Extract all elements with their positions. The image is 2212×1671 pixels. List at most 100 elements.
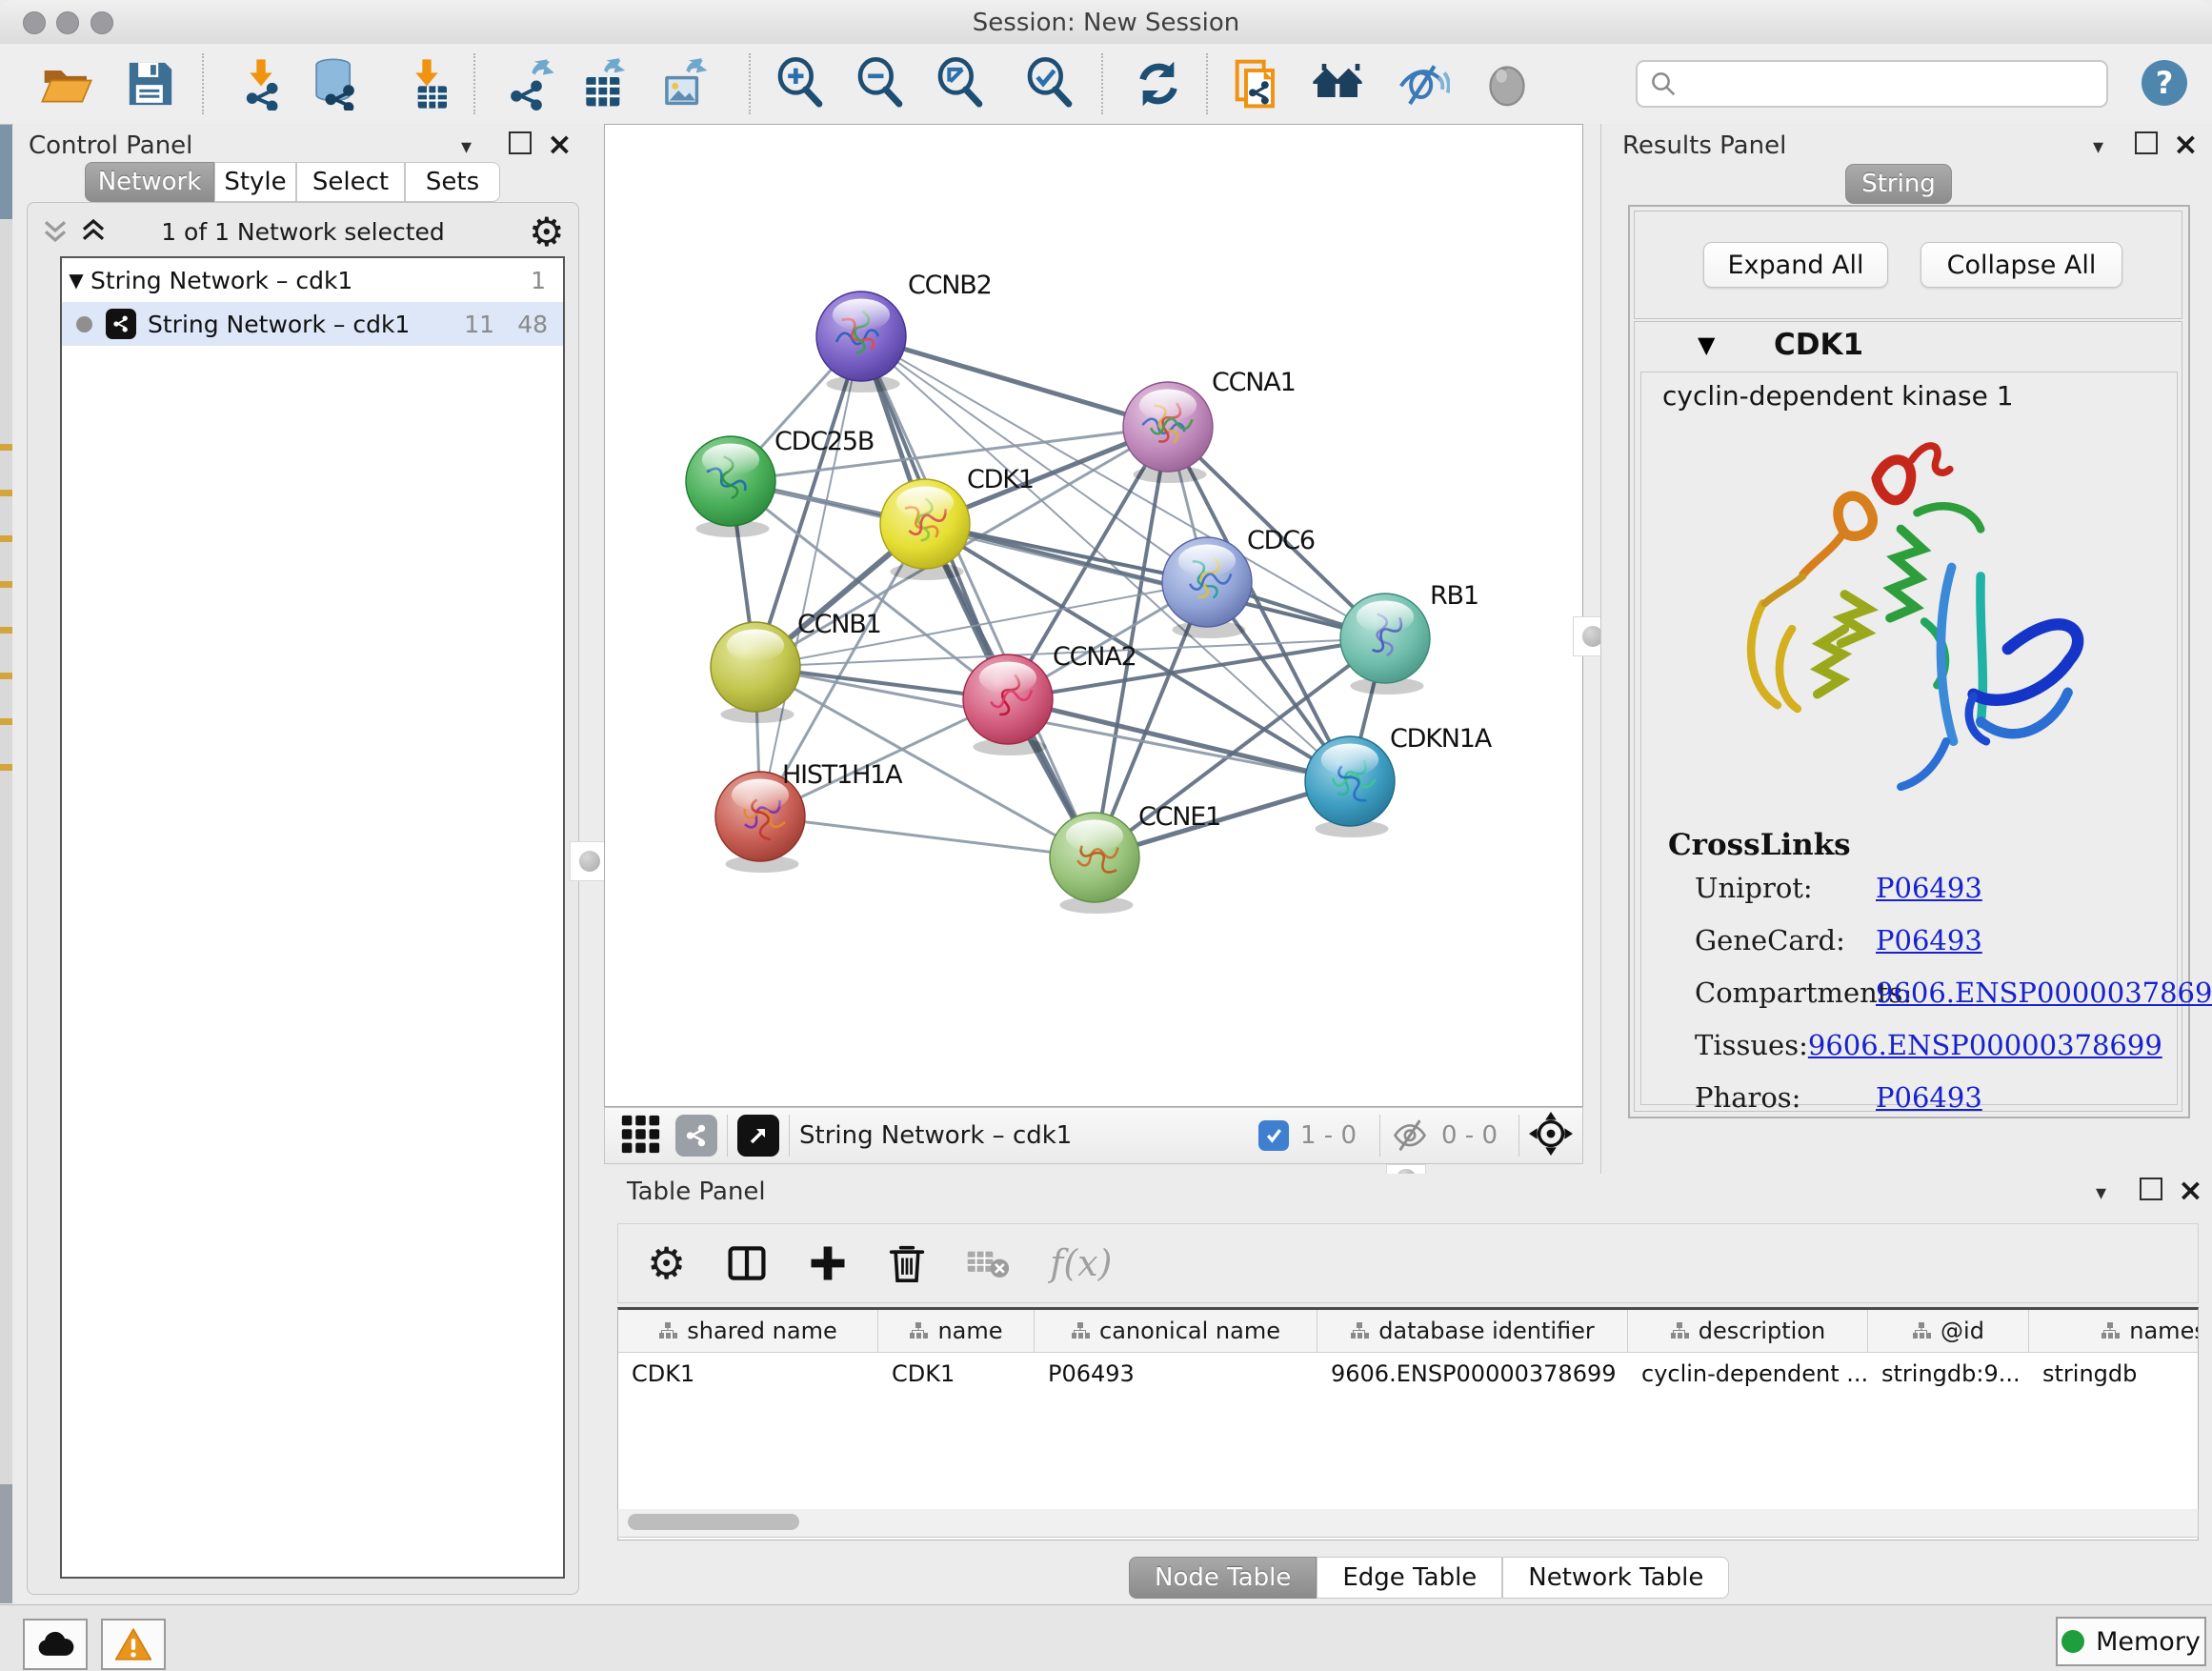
control-panel-collapse-icon[interactable]: ▾	[461, 135, 472, 159]
tab-style[interactable]: Style	[214, 162, 296, 202]
window-title: Session: New Session	[0, 9, 2212, 37]
hide-labels-button[interactable]	[1397, 57, 1450, 111]
zoom-out-button[interactable]	[854, 57, 907, 111]
table-cell[interactable]: 9606.ENSP00000378699	[1317, 1353, 1628, 1395]
refresh-view-button[interactable]	[1132, 57, 1185, 111]
open-file-button[interactable]	[40, 57, 93, 111]
current-network-name: String Network – cdk1	[799, 1121, 1072, 1150]
search-box[interactable]	[1636, 60, 2108, 108]
import-network-button[interactable]	[234, 57, 288, 111]
tab-edge-table[interactable]: Edge Table	[1317, 1557, 1502, 1599]
hidden-eye-icon[interactable]	[1390, 1116, 1430, 1156]
results-panel-close-icon[interactable]: ×	[2173, 126, 2199, 162]
results-panel-float-icon[interactable]	[2135, 131, 2158, 154]
node-CDKN1A[interactable]: CDKN1A	[1305, 724, 1493, 837]
search-input[interactable]	[1678, 70, 2106, 98]
zoom-selected-button[interactable]	[1023, 57, 1076, 111]
tab-node-table[interactable]: Node Table	[1129, 1557, 1317, 1599]
clone-network-button[interactable]	[1233, 57, 1286, 111]
table-cell[interactable]: stringdb	[2029, 1353, 2199, 1395]
column-header-database-identifier[interactable]: database identifier	[1317, 1310, 1628, 1352]
node-RB1[interactable]: RB1	[1340, 581, 1478, 695]
export-image-button[interactable]	[657, 57, 711, 111]
column-header-@id[interactable]: @id	[1868, 1310, 2029, 1352]
open-in-window-icon[interactable]	[737, 1115, 779, 1157]
control-panel-close-icon[interactable]: ×	[547, 126, 573, 162]
control-panel-float-icon[interactable]	[509, 131, 532, 154]
crosslink-value-link[interactable]: 9606.ENSP00000378699	[1808, 1029, 2162, 1061]
tab-network[interactable]: Network	[85, 162, 214, 202]
node-CDC6[interactable]: CDC6	[1162, 526, 1315, 638]
warnings-button[interactable]	[101, 1619, 166, 1670]
selected-checkbox-icon[interactable]	[1258, 1120, 1289, 1151]
gray-eye-icon	[1480, 57, 1534, 111]
network-share-view-icon[interactable]	[675, 1115, 717, 1157]
network-canvas[interactable]: CCNB2CCNA1CDC25BCDK1CDC6RB1CCNB1CCNA2CDK…	[604, 124, 1583, 1107]
node-table[interactable]: shared namenamecanonical namedatabase id…	[617, 1307, 2199, 1540]
column-header-shared-name[interactable]: shared name	[618, 1310, 878, 1352]
results-panel-title: Results Panel	[1622, 131, 1786, 160]
table-settings-gear-icon[interactable]: ⚙	[647, 1241, 686, 1285]
crosslink-value-link[interactable]: P06493	[1876, 872, 1982, 904]
table-cell[interactable]: CDK1	[618, 1353, 878, 1395]
table-cell[interactable]: P06493	[1035, 1353, 1317, 1395]
delete-column-icon[interactable]	[888, 1242, 926, 1284]
table-cell[interactable]: stringdb:9...	[1868, 1353, 2029, 1395]
show-graphics-button[interactable]	[1480, 57, 1534, 111]
expand-all-button[interactable]: Expand All	[1703, 242, 1888, 288]
node-CCNE1[interactable]: CCNE1	[1050, 802, 1220, 914]
node-CCNB1[interactable]: CCNB1	[711, 610, 881, 723]
birdseye-crosshair-icon[interactable]	[1529, 1112, 1573, 1159]
import-network-from-database-button[interactable]	[309, 57, 362, 111]
column-header-name[interactable]: name	[878, 1310, 1035, 1352]
gene-disclosure-triangle[interactable]: ▼	[1698, 332, 1715, 358]
table-panel-close-icon[interactable]: ×	[2178, 1172, 2203, 1208]
export-network-button[interactable]	[503, 57, 556, 111]
network-options-gear-icon[interactable]: ⚙	[529, 209, 565, 255]
table-hscrollbar-track[interactable]	[617, 1509, 2199, 1538]
memory-button[interactable]: Memory	[2056, 1617, 2206, 1666]
crosslink-row: Pharos:P06493	[1695, 1081, 2162, 1114]
network-row-selected[interactable]: String Network – cdk1 11 48	[62, 302, 563, 346]
cloud-status-button[interactable]	[23, 1619, 88, 1670]
table-panel-float-icon[interactable]	[2140, 1178, 2162, 1200]
results-panel-collapse-icon[interactable]: ▾	[2093, 135, 2103, 159]
network-collection-row[interactable]: ▼ String Network – cdk1 1	[62, 258, 563, 302]
show-columns-icon[interactable]	[726, 1242, 768, 1284]
add-column-icon[interactable]	[808, 1243, 848, 1283]
table-row[interactable]: CDK1CDK1P064939606.ENSP00000378699cyclin…	[618, 1353, 2198, 1395]
save-session-button[interactable]	[124, 57, 177, 111]
zoom-fit-button[interactable]	[934, 57, 987, 111]
crosslinks-heading: CrossLinks	[1668, 828, 1851, 862]
network-overview-button[interactable]	[1311, 57, 1364, 111]
grid-view-icon[interactable]	[618, 1112, 662, 1159]
tab-sets[interactable]: Sets	[405, 162, 500, 202]
network-edge-count: 48	[494, 311, 563, 338]
crosslink-value-link[interactable]: 9606.ENSP00000378699	[1876, 976, 2212, 1009]
table-cell[interactable]: CDK1	[878, 1353, 1035, 1395]
column-header-description[interactable]: description	[1628, 1310, 1868, 1352]
help-button[interactable]: ?	[2142, 60, 2187, 106]
table-panel-collapse-icon[interactable]: ▾	[2096, 1181, 2106, 1205]
tab-select[interactable]: Select	[296, 162, 405, 202]
export-table-button[interactable]	[577, 57, 631, 111]
node-CCNA2[interactable]: CCNA2	[963, 642, 1136, 755]
node-HIST1H1A[interactable]: HIST1H1A	[715, 760, 903, 873]
database-import-icon	[309, 57, 362, 111]
tab-network-table[interactable]: Network Table	[1502, 1557, 1729, 1599]
column-header-canonical-name[interactable]: canonical name	[1035, 1310, 1317, 1352]
collapse-all-button[interactable]: Collapse All	[1920, 242, 2122, 288]
table-cell[interactable]: cyclin-dependent ...	[1628, 1353, 1868, 1395]
table-hscrollbar-thumb[interactable]	[628, 1514, 799, 1530]
crosslink-value-link[interactable]: P06493	[1876, 924, 1982, 956]
network-panel-box: 1 of 1 Network selected ⚙ ▼ String Netwo…	[27, 202, 579, 1595]
zoom-in-button[interactable]	[774, 57, 827, 111]
disclosure-triangle-icon[interactable]: ▼	[62, 269, 90, 292]
network-graph[interactable]: CCNB2CCNA1CDC25BCDK1CDC6RB1CCNB1CCNA2CDK…	[605, 125, 1582, 1106]
column-header-namespace[interactable]: namespace	[2029, 1310, 2199, 1352]
crosslink-value-link[interactable]: P06493	[1876, 1081, 1982, 1114]
crosslink-row: GeneCard:P06493	[1695, 924, 2162, 956]
node-CDK1[interactable]: CDK1	[880, 465, 1034, 580]
import-table-button[interactable]	[400, 57, 453, 111]
tab-string-results[interactable]: String	[1845, 164, 1952, 204]
